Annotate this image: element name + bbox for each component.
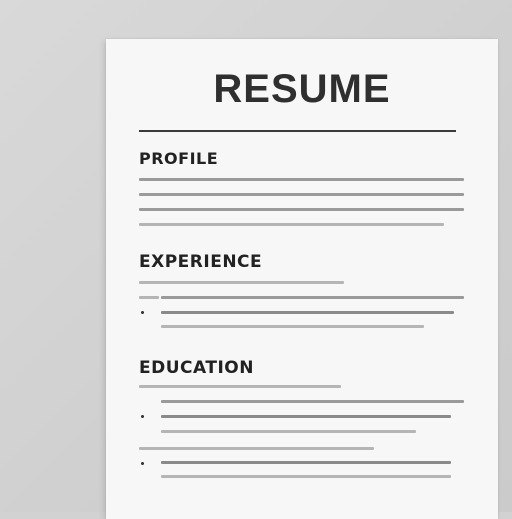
education-text-line xyxy=(161,400,464,403)
experience-text-line xyxy=(161,325,424,328)
title-divider xyxy=(139,130,456,132)
resume-title: RESUME xyxy=(213,67,391,111)
experience-text-line xyxy=(161,311,454,314)
education-subheading-line xyxy=(139,447,374,450)
experience-subheading-line xyxy=(139,281,344,284)
bullet-point xyxy=(141,415,144,418)
bullet-point xyxy=(141,462,144,465)
bullet-point xyxy=(141,311,144,314)
education-text-line xyxy=(161,461,451,464)
profile-text-line xyxy=(139,223,444,226)
section-heading-experience: EXPERIENCE xyxy=(139,252,263,272)
profile-text-line xyxy=(139,208,464,211)
education-text-line xyxy=(161,415,451,418)
resume-page: RESUME PROFILE EXPERIENCE EDUCATION xyxy=(106,39,498,519)
profile-text-line xyxy=(139,178,464,181)
profile-text-line xyxy=(139,193,464,196)
education-text-line xyxy=(161,475,451,478)
education-text-line xyxy=(161,430,416,433)
section-heading-education: EDUCATION xyxy=(139,358,254,378)
experience-date-line xyxy=(139,296,159,299)
education-subheading-line xyxy=(139,385,341,388)
section-heading-profile: PROFILE xyxy=(139,149,219,168)
experience-text-line xyxy=(161,296,464,299)
